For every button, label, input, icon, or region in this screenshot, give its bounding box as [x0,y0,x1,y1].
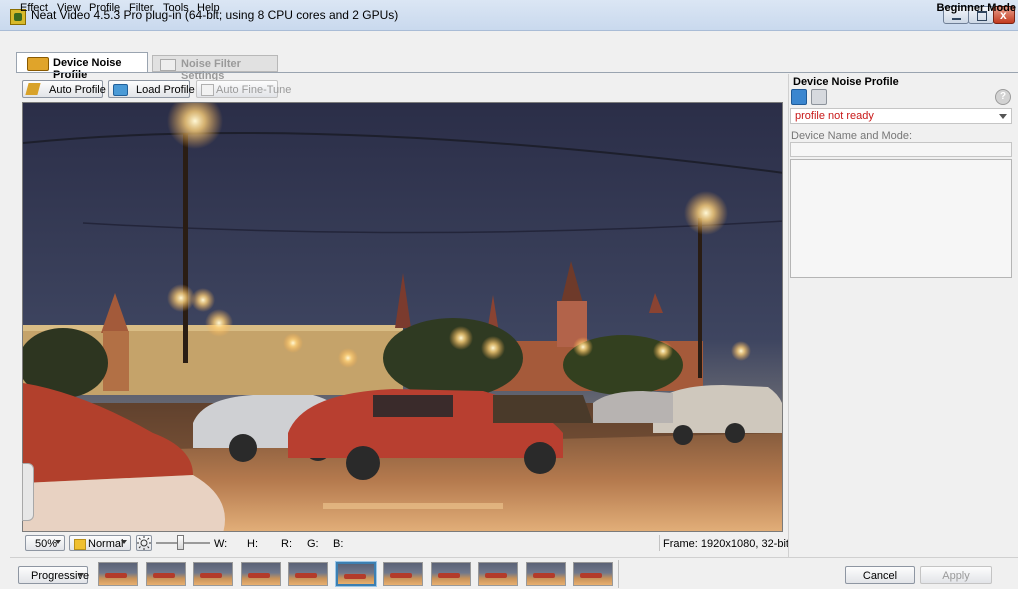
save-profile-icon[interactable] [811,89,827,105]
profile-select[interactable]: profile not ready [790,108,1012,124]
menu-tools[interactable]: Tools [163,2,189,14]
view-mode-select[interactable]: Normal [69,535,131,551]
panel-title: Device Noise Profile [793,76,899,88]
height-readout: H: [247,538,258,550]
menu-help[interactable]: Help [197,2,220,14]
video-preview[interactable] [22,102,783,532]
frame-thumbnail[interactable] [193,562,233,586]
blue-readout: B: [333,538,344,550]
zoom-value: 50% [35,538,58,550]
frame-thumbnail[interactable] [288,562,328,586]
button-label: Auto Profile [49,84,106,96]
panel-collapse-handle[interactable] [22,463,34,521]
frame-thumbnail[interactable] [241,562,281,586]
thumbnail-divider [618,560,619,588]
wand-icon [25,83,41,95]
tab-device-noise-profile[interactable]: Device Noise Profile [16,52,148,81]
green-readout: G: [307,538,319,550]
frame-thumbnail[interactable] [336,562,376,586]
button-label: Load Profile [136,84,195,96]
load-profile-button[interactable]: Load Profile [108,80,195,98]
load-profile-icon[interactable] [791,89,807,105]
filter-settings-icon [160,59,176,71]
width-readout: W: [214,538,228,550]
tab-label: Device Noise Profile [53,57,122,81]
night-street-image [23,103,782,531]
menu-effect[interactable]: Effect [20,2,48,14]
fine-tune-icon [201,84,214,96]
tab-divider [16,72,1018,73]
status-divider [659,535,660,551]
tab-label: Noise Filter Settings [181,58,241,82]
view-mode-icon [74,539,86,550]
chevron-down-icon [55,540,61,544]
menu-bar [0,31,1018,48]
tab-noise-filter-settings[interactable]: Noise Filter Settings [152,55,278,82]
folder-icon [113,84,128,96]
auto-profile-button[interactable]: Auto Profile [22,80,106,98]
apply-button[interactable]: Apply [920,566,992,584]
zoom-select[interactable]: 50% [25,535,65,551]
menu-filter[interactable]: Filter [129,2,153,14]
frame-thumbnail[interactable] [431,562,471,586]
help-icon[interactable]: ? [995,89,1011,105]
frame-thumbnail[interactable] [526,562,566,586]
menu-profile[interactable]: Profile [89,2,120,14]
chevron-down-icon [121,540,127,544]
frame-thumbnail[interactable] [478,562,518,586]
scan-mode-select[interactable]: Progressive [18,566,89,584]
menu-view[interactable]: View [57,2,81,14]
bottom-divider [10,557,1018,558]
frame-thumbnail[interactable] [146,562,186,586]
red-readout: R: [281,538,292,550]
help-glyph: ? [1000,91,1007,102]
profile-wand-icon [27,57,49,71]
view-mode-value: Normal [88,538,124,550]
auto-fine-tune-button[interactable]: Auto Fine-Tune [196,80,291,98]
cancel-button[interactable]: Cancel [845,566,915,584]
frame-thumbnail[interactable] [98,562,138,586]
sun-icon [137,536,151,550]
device-name-label: Device Name and Mode: [791,130,913,142]
button-label: Auto Fine-Tune [216,84,292,96]
button-label: Apply [942,570,970,582]
chevron-down-icon [999,114,1007,119]
profile-status: profile not ready [795,110,874,122]
button-label: Cancel [862,570,898,582]
frame-thumbnail[interactable] [383,562,423,586]
profile-details-area [790,159,1012,278]
frame-thumbnail[interactable] [573,562,613,586]
mode-label[interactable]: Beginner Mode [937,2,1016,14]
brightness-button[interactable] [136,535,152,551]
brightness-slider-thumb[interactable] [177,535,184,550]
device-name-field[interactable] [790,142,1012,157]
chevron-down-icon [78,573,84,577]
